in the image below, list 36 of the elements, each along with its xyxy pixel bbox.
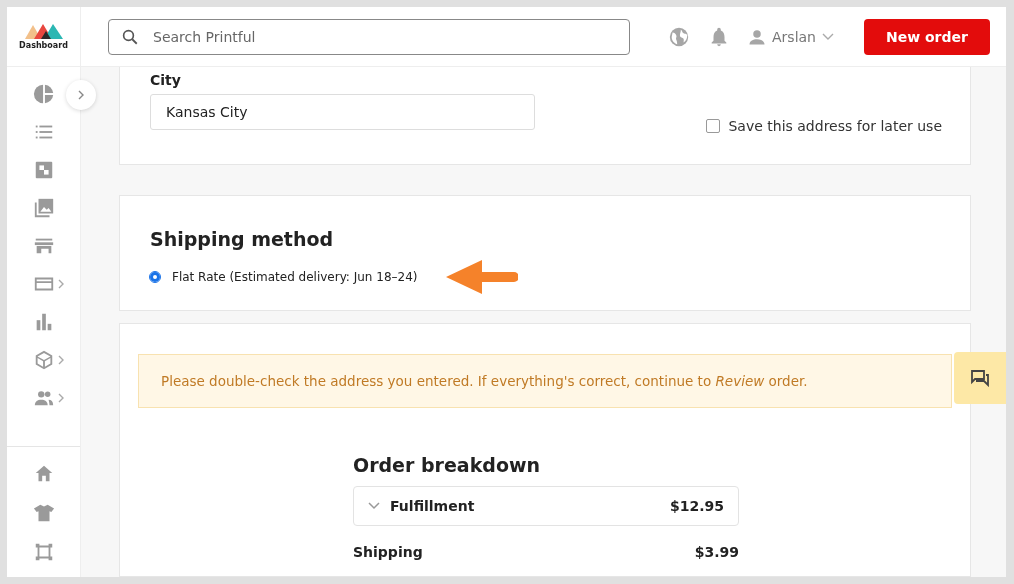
chevron-down-icon	[821, 32, 834, 41]
save-address-checkbox[interactable]: Save this address for later use	[706, 118, 942, 134]
shipping-option[interactable]: Flat Rate (Estimated delivery: Jun 18–24)	[172, 270, 418, 284]
new-order-button[interactable]: New order	[863, 18, 990, 55]
row-label: Fulfillment	[390, 498, 476, 514]
chat-icon	[970, 369, 990, 387]
mountains-icon	[24, 23, 63, 39]
logo[interactable]: Dashboard	[7, 7, 80, 67]
chevron-right-icon	[58, 279, 64, 289]
notice-text: Please double-check the address you entered. If everything's correct, continue to Review order.	[161, 373, 808, 389]
city-label: City	[150, 72, 182, 88]
chevron-down-icon	[368, 502, 380, 510]
shirt-icon[interactable]	[32, 502, 55, 524]
arrow-icon	[445, 260, 518, 294]
radio-button[interactable]	[150, 272, 160, 282]
chat-button[interactable]	[954, 352, 1006, 404]
expand-sidebar-button[interactable]	[66, 80, 96, 110]
chevron-right-icon	[58, 393, 64, 403]
chevron-right-icon	[78, 90, 84, 100]
user-menu[interactable]: Arslan	[748, 27, 834, 46]
section-title: Shipping method	[150, 228, 335, 250]
logo-label: Dashboard	[19, 41, 68, 50]
fulfillment-row[interactable]: Fulfillment $12.95	[353, 486, 739, 526]
search-field[interactable]: Search Printful	[108, 18, 630, 55]
row-value: $12.95	[669, 498, 724, 514]
search-icon	[121, 27, 139, 46]
pie-icon[interactable]	[32, 83, 55, 105]
row-label: Shipping	[353, 544, 424, 560]
person-icon	[748, 27, 766, 46]
city-field[interactable]: Kansas City	[150, 94, 535, 130]
checkbox[interactable]	[706, 119, 721, 133]
chevron-right-icon	[58, 355, 64, 365]
row-value: $3.99	[694, 544, 739, 560]
gallery-icon[interactable]	[32, 197, 55, 219]
order-breakdown-title: Order breakdown	[353, 454, 542, 476]
globe-icon[interactable]	[668, 25, 690, 48]
